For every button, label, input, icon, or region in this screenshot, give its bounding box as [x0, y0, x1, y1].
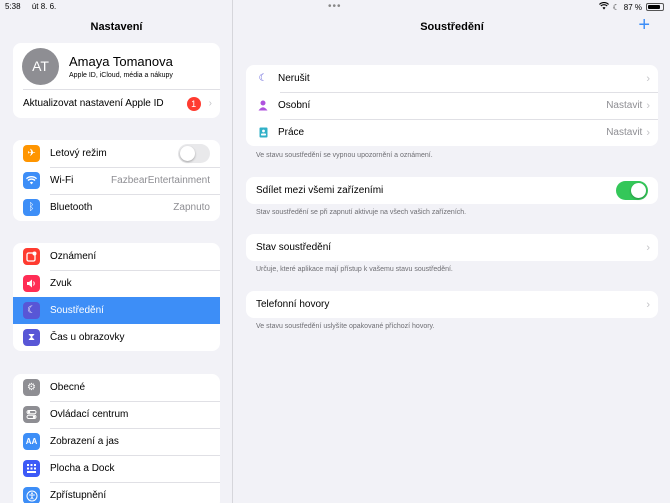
battery-percent: 87 % [623, 2, 642, 12]
bluetooth-status: Zapnuto [173, 202, 210, 213]
apple-id-row[interactable]: AT Amaya Tomanova Apple ID, iCloud, médi… [13, 43, 220, 89]
airplane-mode-toggle[interactable] [178, 144, 210, 163]
status-bar: 5:38 út 8. 6. ••• ☾ 87 % [0, 0, 670, 14]
sidebar-item-label: Čas u obrazovky [50, 332, 125, 343]
sidebar: Nastavení AT Amaya Tomanova Apple ID, iC… [0, 0, 233, 503]
apple-id-card: AT Amaya Tomanova Apple ID, iCloud, médi… [13, 43, 220, 118]
sidebar-item-label: Soustředění [50, 305, 104, 316]
update-apple-id-label: Aktualizovat nastavení Apple ID [23, 98, 164, 109]
sound-icon [23, 275, 40, 292]
hourglass-icon: ⧗ [23, 329, 40, 346]
chevron-right-icon: › [646, 72, 650, 85]
home-screen-icon [23, 460, 40, 477]
sidebar-item-wifi[interactable]: Wi-Fi FazbearEntertainment [13, 167, 220, 194]
sidebar-item-control-center[interactable]: Ovládací centrum [13, 401, 220, 428]
sidebar-item-screen-time[interactable]: ⧗ Čas u obrazovky [13, 324, 220, 351]
focus-mode-personal[interactable]: Osobní Nastavit › [246, 92, 658, 119]
sidebar-item-label: Obecné [50, 382, 86, 393]
chevron-right-icon: › [646, 99, 650, 112]
chevron-right-icon: › [646, 241, 650, 254]
focus-mode-status: Nastavit [606, 100, 643, 111]
phone-calls-label: Telefonní hovory [256, 299, 330, 310]
chevron-right-icon: › [208, 98, 212, 109]
add-focus-button[interactable]: + [638, 14, 650, 37]
sidebar-item-accessibility[interactable]: Zpřístupnění [13, 482, 220, 503]
focus-modes-group: ☾ Nerušit › Osobní Nastavit › Práce Nast… [246, 65, 658, 146]
share-across-devices-label: Sdílet mezi všemi zařízeními [256, 185, 384, 196]
focus-mode-label: Osobní [278, 100, 311, 111]
share-across-devices-row: Sdílet mezi všemi zařízeními [246, 177, 658, 204]
profile-subtitle: Apple ID, iCloud, média a nákupy [69, 71, 173, 79]
sidebar-item-focus[interactable]: ☾ Soustředění [13, 297, 220, 324]
accessibility-icon [23, 487, 40, 503]
sidebar-item-display[interactable]: AA Zobrazení a jas [13, 428, 220, 455]
sidebar-item-bluetooth[interactable]: ᛒ Bluetooth Zapnuto [13, 194, 220, 221]
sidebar-item-general[interactable]: ⚙ Obecné [13, 374, 220, 401]
chevron-right-icon: › [646, 126, 650, 139]
sidebar-item-label: Letový režim [50, 148, 107, 159]
badge-icon [256, 124, 270, 141]
update-apple-id-row[interactable]: Aktualizovat nastavení Apple ID 1 › [13, 89, 220, 118]
focus-panel: Soustředění + ☾ Nerušit › Osobní Nastavi… [234, 0, 670, 503]
airplane-icon: ✈ [23, 145, 40, 162]
wifi-icon [23, 172, 40, 189]
sidebar-item-label: Bluetooth [50, 202, 93, 213]
moon-icon: ☾ [258, 73, 268, 84]
sidebar-item-airplane-mode[interactable]: ✈ Letový režim [13, 140, 220, 167]
moon-icon: ☾ [23, 302, 40, 319]
multitasking-dots-icon[interactable]: ••• [328, 1, 342, 12]
share-across-devices-toggle[interactable] [616, 181, 648, 200]
wifi-network-name: FazbearEntertainment [111, 175, 210, 186]
focus-mode-work[interactable]: Práce Nastavit › [246, 119, 658, 146]
sidebar-item-label: Zpřístupnění [50, 490, 107, 501]
focus-mode-label: Práce [278, 127, 305, 138]
page-title: Soustředění [420, 21, 484, 33]
bluetooth-icon: ᛒ [23, 199, 40, 216]
avatar: AT [22, 47, 59, 85]
status-time: 5:38 [5, 2, 21, 11]
focus-mode-status: Nastavit [606, 127, 643, 138]
phone-calls-note: Ve stavu soustředění uslyšíte opakované … [256, 323, 435, 330]
control-center-icon [23, 406, 40, 423]
battery-icon [646, 3, 664, 11]
notifications-group: Oznámení Zvuk ☾ Soustředění ⧗ Čas u obra… [13, 243, 220, 351]
focus-status-label: Stav soustředění [256, 242, 332, 253]
phone-calls-row[interactable]: Telefonní hovory › [246, 291, 658, 318]
sidebar-title: Nastavení [90, 21, 143, 33]
moon-status-icon: ☾ [612, 2, 620, 12]
notifications-icon [23, 248, 40, 265]
focus-status-note: Určuje, které aplikace mají přístup k va… [256, 266, 453, 273]
display-icon: AA [23, 433, 40, 450]
sidebar-item-label: Ovládací centrum [50, 409, 129, 420]
sidebar-item-label: Zvuk [50, 278, 72, 289]
sidebar-item-label: Oznámení [50, 251, 97, 262]
sidebar-item-home-screen[interactable]: Plocha a Dock [13, 455, 220, 482]
focus-status-row[interactable]: Stav soustředění › [246, 234, 658, 261]
sidebar-item-label: Zobrazení a jas [50, 436, 119, 447]
focus-mode-label: Nerušit [278, 73, 310, 84]
sidebar-item-notifications[interactable]: Oznámení [13, 243, 220, 270]
general-group: ⚙ Obecné Ovládací centrum AA Zobrazení a… [13, 374, 220, 503]
sidebar-item-sound[interactable]: Zvuk [13, 270, 220, 297]
notification-badge: 1 [186, 96, 201, 111]
person-icon [256, 97, 270, 114]
sidebar-item-label: Plocha a Dock [50, 463, 115, 474]
profile-name: Amaya Tomanova [69, 53, 173, 69]
share-note: Stav soustředění se při zapnutí aktivuje… [256, 209, 467, 216]
focus-modes-note: Ve stavu soustředění se vypnou upozorněn… [256, 152, 433, 159]
phone-calls-group: Telefonní hovory › [246, 291, 658, 318]
chevron-right-icon: › [646, 298, 650, 311]
focus-mode-do-not-disturb[interactable]: ☾ Nerušit › [246, 65, 658, 92]
wifi-status-icon [598, 2, 609, 12]
focus-status-group: Stav soustředění › [246, 234, 658, 261]
sidebar-item-label: Wi-Fi [50, 175, 74, 186]
share-group: Sdílet mezi všemi zařízeními [246, 177, 658, 204]
gear-icon: ⚙ [23, 379, 40, 396]
connectivity-group: ✈ Letový režim Wi-Fi FazbearEntertainmen… [13, 140, 220, 221]
status-date: út 8. 6. [31, 2, 57, 11]
